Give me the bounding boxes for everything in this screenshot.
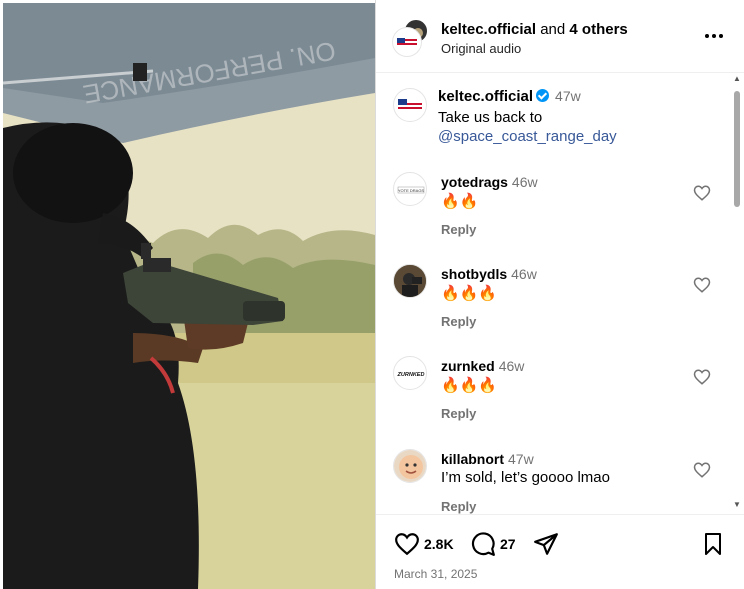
more-options-icon[interactable] [702, 26, 726, 46]
comment-button[interactable]: 27 [470, 531, 516, 557]
post-header: keltec.official and 4 others Original au… [376, 0, 744, 73]
comment-item: YOTE DRAGS yotedrags 46w 🔥🔥 Reply [393, 172, 723, 252]
comment-text: 🔥🔥 [441, 193, 479, 210]
header-username[interactable]: keltec.official [441, 21, 536, 38]
caption-time[interactable]: 47w [555, 88, 581, 104]
comments-list[interactable]: keltec.official 47w Take us back to @spac… [376, 74, 744, 514]
header-and-text: and [540, 21, 566, 38]
verified-badge-icon [536, 89, 550, 102]
reply-button[interactable]: Reply [441, 314, 476, 329]
avatar[interactable]: ZURNKED [393, 356, 427, 390]
reply-button[interactable]: Reply [441, 499, 476, 514]
caption-username[interactable]: keltec.official [438, 88, 533, 105]
header-title: keltec.official and 4 others [441, 21, 628, 38]
killabnort-avatar-icon [394, 450, 426, 482]
comment-item: killabnort 47w I’m sold, let’s goooo lmao… [393, 449, 723, 514]
collab-avatars[interactable] [393, 18, 431, 56]
comment-item: ZURNKED zurnked 46w 🔥🔥🔥 Reply [393, 356, 723, 436]
comment-text: I’m sold, let’s goooo lmao [441, 469, 610, 486]
comments-scrollbar[interactable]: ▲ ▼ [731, 74, 743, 514]
reply-button[interactable]: Reply [441, 222, 476, 237]
scroll-up-arrow-icon[interactable]: ▲ [733, 74, 741, 83]
avatar[interactable] [393, 264, 427, 298]
comment-username[interactable]: zurnked [441, 358, 495, 374]
comment-header: killabnort 47w [441, 451, 534, 467]
post-actions: 2.8K 27 March 31, 2025 [376, 514, 744, 589]
comment-time[interactable]: 47w [508, 451, 534, 467]
bookmark-icon [705, 533, 721, 555]
avatar[interactable]: YOTE DRAGS [393, 172, 427, 206]
comment-username[interactable]: killabnort [441, 451, 504, 467]
comment-count[interactable]: 27 [500, 536, 516, 552]
avatar[interactable] [393, 449, 427, 483]
keltec-logo-icon [398, 99, 422, 111]
yotedrags-logo-icon: YOTE DRAGS [397, 186, 425, 194]
keltec-avatar [393, 28, 421, 56]
yotedrags-logo-text: YOTE DRAGS [398, 188, 425, 193]
comment-header: shotbydls 46w [441, 266, 537, 282]
heart-icon[interactable] [693, 276, 711, 294]
post-media[interactable]: ON. PERFORMANCE [3, 3, 375, 589]
keltec-logo-icon [397, 38, 417, 48]
avatar[interactable] [393, 88, 427, 122]
comment-time[interactable]: 46w [511, 266, 537, 282]
post-sidebar: keltec.official and 4 others Original au… [375, 0, 744, 589]
share-button[interactable] [533, 531, 559, 557]
post-date[interactable]: March 31, 2025 [394, 567, 477, 581]
comment-item: shotbydls 46w 🔥🔥🔥 Reply [393, 264, 723, 344]
heart-icon[interactable] [693, 461, 711, 479]
comment-time[interactable]: 46w [512, 174, 538, 190]
zurnked-logo-text: ZURNKED [397, 372, 425, 378]
like-count[interactable]: 2.8K [424, 536, 454, 552]
heart-icon [395, 533, 419, 556]
comment-bubble-icon [471, 532, 495, 556]
caption-text: Take us back to [438, 109, 543, 126]
heart-icon[interactable] [693, 184, 711, 202]
like-button[interactable]: 2.8K [394, 531, 454, 557]
header-others[interactable]: 4 others [569, 21, 627, 38]
share-paper-plane-icon [534, 533, 558, 555]
comment-time[interactable]: 46w [499, 358, 525, 374]
audio-label[interactable]: Original audio [441, 41, 521, 56]
comment-header: zurnked 46w [441, 358, 524, 374]
caption-mention-link[interactable]: @space_coast_range_day [438, 128, 617, 145]
save-button[interactable] [701, 531, 725, 557]
scrollbar-thumb[interactable] [734, 91, 740, 207]
reply-button[interactable]: Reply [441, 406, 476, 421]
caption-header: keltec.official 47w [438, 88, 581, 105]
scroll-down-arrow-icon[interactable]: ▼ [733, 500, 741, 509]
comment-text: 🔥🔥🔥 [441, 285, 498, 302]
heart-icon[interactable] [693, 368, 711, 386]
zurnked-logo-icon: ZURNKED [397, 372, 425, 378]
comment-username[interactable]: shotbydls [441, 266, 507, 282]
comment-username[interactable]: yotedrags [441, 174, 508, 190]
post-photo: ON. PERFORMANCE [3, 3, 375, 589]
comment-header: yotedrags 46w [441, 174, 538, 190]
shotbydls-avatar-icon [394, 265, 426, 297]
comment-text: 🔥🔥🔥 [441, 377, 498, 394]
